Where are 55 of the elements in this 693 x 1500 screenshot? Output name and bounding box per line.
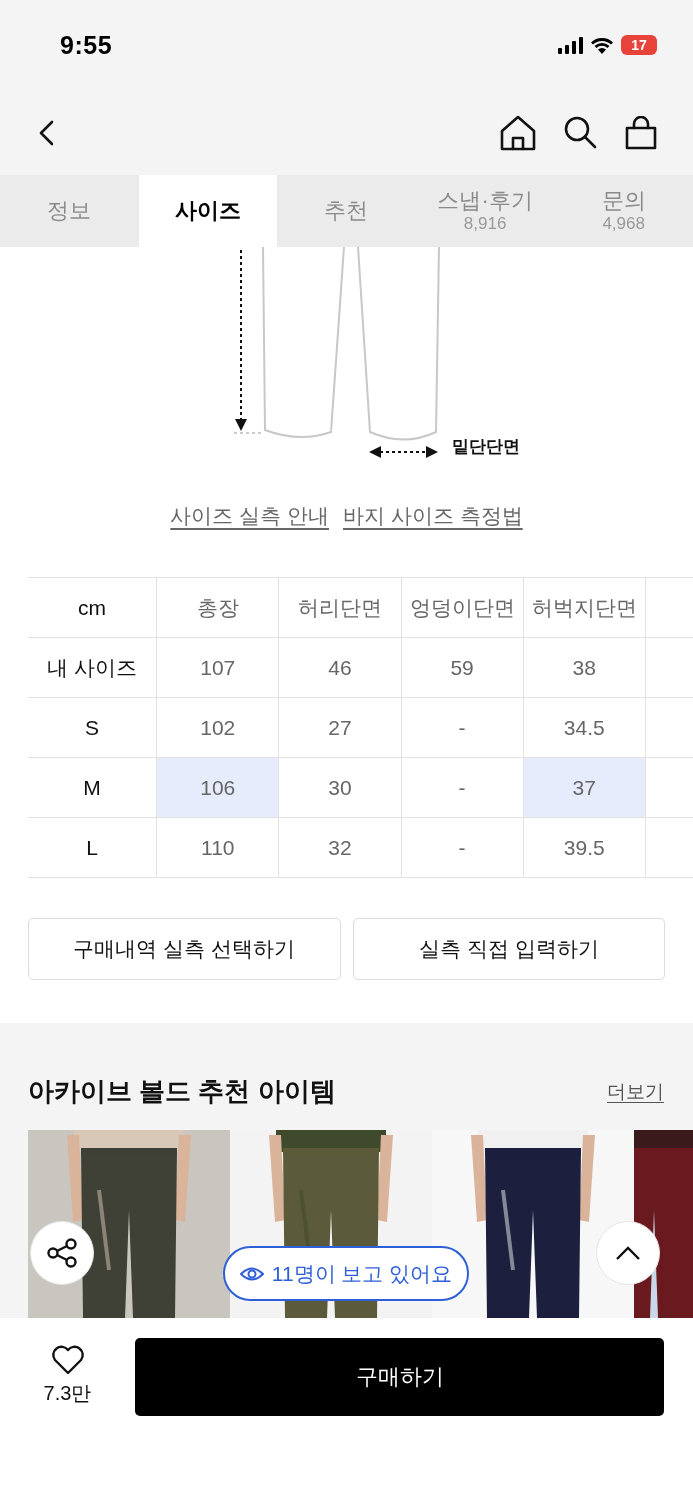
wifi-icon [590, 36, 614, 54]
column-header: cm [28, 577, 157, 638]
battery-level: 17 [621, 35, 657, 55]
buy-button[interactable]: 구매하기 [135, 1338, 664, 1416]
like-count: 7.3만 [43, 1381, 92, 1406]
back-icon[interactable] [38, 119, 56, 146]
table-cell: 110 [156, 817, 279, 878]
measurement-label: 밑단단면 [452, 437, 520, 456]
chevron-up-icon [615, 1245, 641, 1261]
tab[interactable]: 문의 4,968 [554, 175, 693, 247]
signal-icon [558, 36, 583, 54]
guide-link[interactable]: 사이즈 실측 안내 [170, 502, 329, 530]
table-cell: 106 [156, 757, 279, 818]
table-cell: 30 [278, 757, 401, 818]
table-cell: 38 [523, 637, 646, 698]
row-header: L [28, 817, 157, 878]
column-header: 엉덩이단면 [401, 577, 524, 638]
table-cell: 39.5 [523, 817, 646, 878]
column-header: 허리단면 [278, 577, 401, 638]
more-link[interactable]: 더보기 [607, 1078, 664, 1105]
table-cell: 107 [156, 637, 279, 698]
section-title: 아카이브 볼드 추천 아이템 [28, 1075, 336, 1108]
table-cell: - [401, 697, 524, 758]
tab[interactable]: 스냅·후기 8,916 [415, 175, 555, 247]
table-cell: 37 [523, 757, 646, 818]
table-cell: 32 [278, 817, 401, 878]
table-cell: 59 [401, 637, 524, 698]
viewers-text: 11명이 보고 있어요 [271, 1260, 453, 1287]
tab-count: 4,968 [602, 214, 645, 234]
share-icon [47, 1238, 77, 1268]
table-cell: 102 [156, 697, 279, 758]
table-cell: - [401, 757, 524, 818]
table-cell: 27 [278, 697, 401, 758]
row-header: M [28, 757, 157, 818]
heart-icon[interactable] [50, 1344, 85, 1376]
search-icon[interactable] [564, 116, 597, 149]
tab[interactable]: 정보 [0, 175, 139, 247]
measure-button[interactable]: 구매내역 실측 선택하기 [28, 918, 341, 980]
shopping-bag-icon[interactable] [625, 115, 657, 150]
tab-label: 문의 [601, 188, 646, 214]
table-cell: 46 [278, 637, 401, 698]
home-icon[interactable] [500, 114, 536, 151]
column-header: 허벅지단면 [523, 577, 646, 638]
tab-count: 8,916 [463, 214, 507, 234]
row-header: 내 사이즈 [28, 637, 157, 698]
clock-time: 9:55 [60, 30, 113, 60]
table-cell: 34.5 [523, 697, 646, 758]
column-header: 총장 [156, 577, 279, 638]
measure-button[interactable]: 실측 직접 입력하기 [352, 918, 665, 980]
tab[interactable]: 추천 [277, 175, 416, 247]
table-cell: - [401, 817, 524, 878]
guide-link[interactable]: 바지 사이즈 측정법 [343, 502, 523, 530]
tab-label: 스냅·후기 [437, 188, 533, 214]
row-header: S [28, 697, 157, 758]
tab[interactable]: 사이즈 [138, 175, 278, 247]
